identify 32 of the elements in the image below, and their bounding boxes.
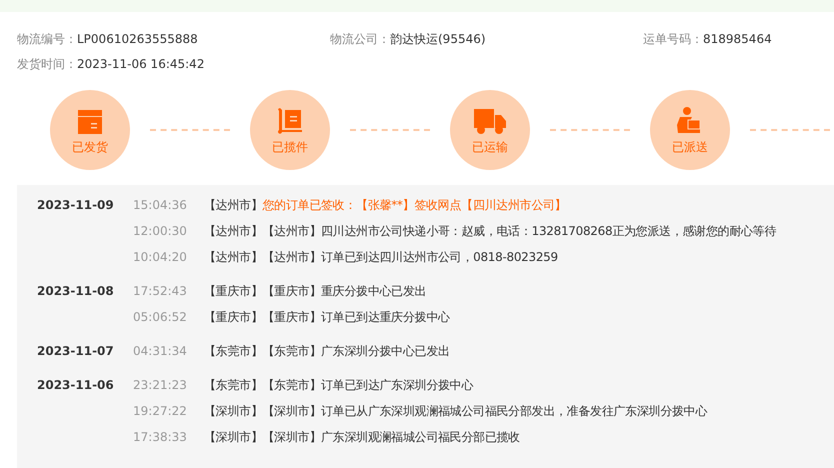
tracking-message: 【东莞市】【东莞市】订单已到达广东深圳分拨中心 (204, 377, 474, 394)
time-text: 17:52:43 (133, 283, 188, 300)
time-text: 10:04:20 (133, 249, 188, 266)
info-field: 发货时间：2023-11-06 16:45:42 (17, 56, 330, 73)
info-field: 物流公司：韵达快运(95546) (330, 31, 643, 48)
tracking-message: 【达州市】您的订单已签收：【张馨**】签收网点【四川达州市公司】 (204, 197, 566, 214)
tracking-message: 【重庆市】【重庆市】订单已到达重庆分拨中心 (204, 309, 450, 326)
tracking-message: 【东莞市】【东莞市】广东深圳分拨中心已发出 (204, 343, 450, 360)
time-text: 23:21:23 (133, 377, 188, 394)
date-text: 2023-11-09 (37, 197, 115, 214)
step-label: 已发货 (72, 140, 108, 154)
tracking-message: 【达州市】【达州市】四川达州市公司快递小哥：赵威，电话：13281708268正为您派送，感谢您的耐心等待 (204, 223, 776, 240)
date-text: 2023-11-08 (37, 283, 115, 300)
time-text: 17:38:33 (133, 429, 188, 446)
tracking-message: 【重庆市】【重庆市】重庆分拨中心已发出 (204, 283, 426, 300)
time-text: 19:27:22 (133, 403, 188, 420)
time-text: 04:31:34 (133, 343, 188, 360)
time-text: 05:06:52 (133, 309, 188, 326)
time-text: 15:04:36 (133, 197, 188, 214)
tracking-message: 【深圳市】【深圳市】订单已从广东深圳观澜福城公司福民分部发出，准备发往广东深圳分拨中心 (204, 403, 708, 420)
date-text: 2023-11-07 (37, 343, 115, 360)
time-text: 12:00:30 (133, 223, 188, 240)
step-label: 已派送 (672, 140, 708, 154)
truck-icon (473, 106, 507, 136)
info-field: 物流编号：LP00610263555888 (17, 31, 330, 48)
tracking-message: 【深圳市】【深圳市】广东深圳观澜福城公司福民分部已揽收 (204, 429, 520, 446)
step-label: 已运输 (472, 140, 508, 154)
tracking-message: 【达州市】【达州市】订单已到达四川达州市公司，0818-8023259 (204, 249, 558, 266)
hand-truck-icon (275, 106, 305, 136)
info-field: 运单号码：818985464 (643, 31, 834, 48)
date-text: 2023-11-06 (37, 377, 115, 394)
step-label: 已揽件 (272, 140, 308, 154)
